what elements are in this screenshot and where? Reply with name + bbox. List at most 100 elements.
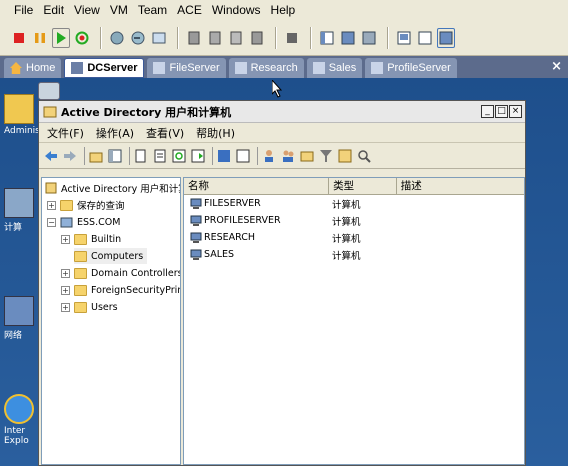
list-row[interactable]: PROFILESERVER 计算机 (184, 212, 524, 229)
list-row[interactable]: SALES 计算机 (184, 246, 524, 263)
snapshot-button[interactable] (108, 28, 126, 48)
menu-windows[interactable]: Windows (212, 3, 261, 17)
expand-toggle[interactable]: + (47, 200, 56, 210)
tree-item-ess-com[interactable]: − ESS.COM (47, 214, 120, 230)
desktop-icon-network[interactable]: 网络 (4, 296, 38, 341)
suspend-button[interactable] (31, 28, 49, 48)
desktop-icon-computer[interactable]: 计算 (4, 188, 38, 233)
tab-fileserver[interactable]: FileServer (147, 58, 226, 78)
tab-sales[interactable]: Sales (306, 58, 363, 78)
team-button-2[interactable] (206, 28, 224, 48)
menu-vm[interactable]: VM (110, 3, 128, 17)
collapse-toggle[interactable]: − (47, 217, 56, 227)
desktop-icon-admin[interactable]: Adminis (4, 94, 40, 136)
team-button-1[interactable] (185, 28, 203, 48)
quick-switch-button[interactable] (339, 28, 357, 48)
pause-icon (35, 32, 45, 43)
internet-explorer-icon (4, 394, 34, 424)
reset-button[interactable] (73, 28, 91, 48)
ace-button[interactable] (283, 28, 301, 48)
up-folder-icon[interactable] (88, 148, 104, 164)
close-tab-button[interactable]: × (551, 59, 562, 74)
close-button[interactable]: × (509, 105, 522, 118)
expand-toggle[interactable]: + (61, 285, 70, 295)
menu-view[interactable]: 查看(V) (146, 125, 184, 141)
ou-folder-icon (74, 267, 87, 279)
computer-icon (4, 188, 34, 218)
folder-icon (74, 284, 87, 296)
tree-item-label: Builtin (91, 233, 122, 245)
show-hide-tree-icon[interactable] (107, 148, 123, 164)
new-user-icon[interactable] (261, 148, 277, 164)
add-to-group-icon[interactable] (356, 148, 372, 164)
fullscreen-button[interactable] (360, 28, 378, 48)
list-row[interactable]: RESEARCH 计算机 (184, 229, 524, 246)
window-titlebar[interactable]: Active Directory 用户和计算机 _ □ × (39, 101, 525, 123)
menu-edit[interactable]: Edit (43, 3, 64, 17)
appliance-view-button[interactable] (437, 27, 455, 48)
properties-icon[interactable] (152, 148, 168, 164)
menu-help[interactable]: 帮助(H) (196, 125, 235, 141)
tab-dcserver[interactable]: DCServer (64, 58, 145, 78)
play-icon (57, 31, 66, 44)
list-row[interactable]: FILESERVER 计算机 (184, 195, 524, 212)
column-header-description[interactable]: 描述 (397, 178, 524, 195)
ace-icon (287, 32, 297, 43)
power-on-button[interactable] (52, 27, 70, 48)
forward-arrow-icon[interactable] (62, 148, 78, 164)
new-group-icon[interactable] (280, 148, 296, 164)
summary-view-button[interactable] (416, 28, 434, 48)
list-header: 名称 类型 描述 (184, 178, 524, 195)
tree-root[interactable]: Active Directory 用户和计算机 (45, 180, 180, 196)
home-icon (10, 62, 22, 74)
team-button-3[interactable] (227, 28, 245, 48)
menu-file[interactable]: File (14, 3, 33, 17)
team-icon (230, 31, 242, 44)
export-list-icon[interactable] (190, 148, 206, 164)
minimize-button[interactable]: _ (481, 105, 494, 118)
column-header-name[interactable]: 名称 (184, 178, 330, 195)
toolbar-separator (257, 146, 258, 165)
find-icon[interactable] (337, 148, 353, 164)
menu-action[interactable]: 操作(A) (96, 125, 134, 141)
menu-view[interactable]: View (74, 3, 100, 17)
tab-home[interactable]: Home (4, 58, 62, 78)
team-button-4[interactable] (248, 28, 266, 48)
folder-icon (74, 233, 87, 245)
back-arrow-icon[interactable] (43, 148, 59, 164)
tab-research[interactable]: Research (228, 58, 304, 78)
refresh-icon[interactable] (171, 148, 187, 164)
expand-toggle[interactable]: + (61, 234, 70, 244)
row-name: PROFILESERVER (204, 215, 281, 226)
tree-item-foreign-security-principals[interactable]: + ForeignSecurityPrincip (61, 282, 180, 298)
menu-file[interactable]: 文件(F) (47, 125, 84, 141)
desktop-icon-recycle-bin[interactable] (38, 82, 66, 102)
menu-ace[interactable]: ACE (177, 3, 202, 17)
power-off-button[interactable] (10, 28, 28, 48)
menu-help[interactable]: Help (271, 3, 296, 17)
maximize-button[interactable]: □ (495, 105, 508, 118)
copy-icon[interactable] (133, 148, 149, 164)
column-header-type[interactable]: 类型 (329, 178, 397, 195)
new-ou-icon[interactable] (299, 148, 315, 164)
sidebar-toggle-button[interactable] (318, 28, 336, 48)
filter-icon[interactable] (318, 148, 334, 164)
tree-item-computers[interactable]: Computers (74, 248, 148, 264)
desktop-icon-ie[interactable]: Inter Explo (4, 394, 38, 446)
expand-toggle[interactable]: + (61, 302, 70, 312)
help-icon[interactable] (216, 148, 232, 164)
tree-item-builtin[interactable]: + Builtin (61, 231, 121, 247)
revert-snapshot-button[interactable] (129, 28, 147, 48)
snapshot-manager-button[interactable] (150, 28, 168, 48)
list-view-icon[interactable] (235, 148, 251, 164)
tree-item-saved-queries[interactable]: + 保存的查询 (47, 197, 125, 213)
tab-label: FileServer (169, 62, 220, 74)
tab-profileserver[interactable]: ProfileServer (365, 58, 457, 78)
tree-item-domain-controllers[interactable]: + Domain Controllers (61, 265, 180, 281)
menu-team[interactable]: Team (138, 3, 167, 17)
expand-toggle[interactable]: + (61, 268, 70, 278)
console-view-button[interactable] (395, 28, 413, 48)
desktop-icon-label: Adminis (4, 126, 40, 136)
vm-icon (371, 62, 384, 74)
tree-item-users[interactable]: + Users (61, 299, 118, 315)
